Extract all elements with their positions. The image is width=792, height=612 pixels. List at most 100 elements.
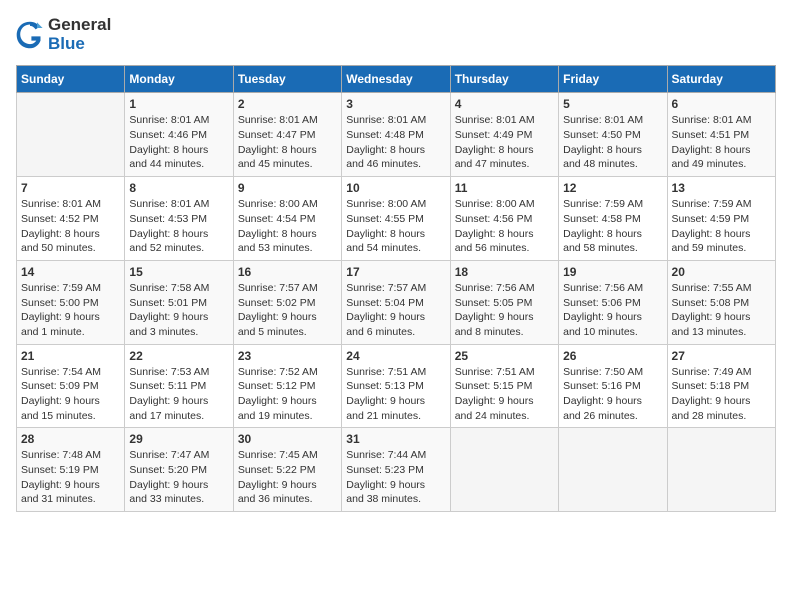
calendar-cell: 22 Sunrise: 7:53 AMSunset: 5:11 PMDayligh… — [125, 344, 233, 428]
day-number: 10 — [346, 181, 445, 195]
day-number: 29 — [129, 432, 228, 446]
calendar-cell: 7 Sunrise: 8:01 AMSunset: 4:52 PMDaylight… — [17, 177, 125, 261]
calendar-cell: 12 Sunrise: 7:59 AMSunset: 4:58 PMDayligh… — [559, 177, 667, 261]
day-info: Sunrise: 7:54 AMSunset: 5:09 PMDaylight:… — [21, 365, 120, 424]
day-info: Sunrise: 7:51 AMSunset: 5:13 PMDaylight:… — [346, 365, 445, 424]
day-number: 15 — [129, 265, 228, 279]
logo-icon — [16, 21, 44, 49]
day-number: 26 — [563, 349, 662, 363]
day-header-wednesday: Wednesday — [342, 66, 450, 93]
day-info: Sunrise: 7:59 AMSunset: 5:00 PMDaylight:… — [21, 281, 120, 340]
day-number: 13 — [672, 181, 771, 195]
calendar-cell: 5 Sunrise: 8:01 AMSunset: 4:50 PMDaylight… — [559, 93, 667, 177]
page-header: General Blue — [16, 16, 776, 53]
calendar-table: SundayMondayTuesdayWednesdayThursdayFrid… — [16, 65, 776, 512]
day-number: 24 — [346, 349, 445, 363]
logo-text: General Blue — [48, 16, 111, 53]
day-info: Sunrise: 8:01 AMSunset: 4:47 PMDaylight:… — [238, 113, 337, 172]
day-number: 6 — [672, 97, 771, 111]
calendar-cell: 20 Sunrise: 7:55 AMSunset: 5:08 PMDayligh… — [667, 260, 775, 344]
day-info: Sunrise: 7:49 AMSunset: 5:18 PMDaylight:… — [672, 365, 771, 424]
day-number: 5 — [563, 97, 662, 111]
day-info: Sunrise: 8:01 AMSunset: 4:48 PMDaylight:… — [346, 113, 445, 172]
calendar-cell: 21 Sunrise: 7:54 AMSunset: 5:09 PMDayligh… — [17, 344, 125, 428]
calendar-cell: 10 Sunrise: 8:00 AMSunset: 4:55 PMDayligh… — [342, 177, 450, 261]
day-info: Sunrise: 7:45 AMSunset: 5:22 PMDaylight:… — [238, 448, 337, 507]
day-info: Sunrise: 8:00 AMSunset: 4:55 PMDaylight:… — [346, 197, 445, 256]
day-header-monday: Monday — [125, 66, 233, 93]
calendar-cell: 6 Sunrise: 8:01 AMSunset: 4:51 PMDaylight… — [667, 93, 775, 177]
day-info: Sunrise: 7:47 AMSunset: 5:20 PMDaylight:… — [129, 448, 228, 507]
day-info: Sunrise: 7:48 AMSunset: 5:19 PMDaylight:… — [21, 448, 120, 507]
calendar-cell: 27 Sunrise: 7:49 AMSunset: 5:18 PMDayligh… — [667, 344, 775, 428]
day-number: 30 — [238, 432, 337, 446]
calendar-cell: 28 Sunrise: 7:48 AMSunset: 5:19 PMDayligh… — [17, 428, 125, 512]
calendar-cell: 15 Sunrise: 7:58 AMSunset: 5:01 PMDayligh… — [125, 260, 233, 344]
calendar-cell: 9 Sunrise: 8:00 AMSunset: 4:54 PMDaylight… — [233, 177, 341, 261]
day-header-saturday: Saturday — [667, 66, 775, 93]
day-number: 31 — [346, 432, 445, 446]
calendar-cell: 31 Sunrise: 7:44 AMSunset: 5:23 PMDayligh… — [342, 428, 450, 512]
day-number: 3 — [346, 97, 445, 111]
calendar-cell: 1 Sunrise: 8:01 AMSunset: 4:46 PMDaylight… — [125, 93, 233, 177]
calendar-cell — [667, 428, 775, 512]
day-header-thursday: Thursday — [450, 66, 558, 93]
day-info: Sunrise: 8:01 AMSunset: 4:52 PMDaylight:… — [21, 197, 120, 256]
calendar-cell: 11 Sunrise: 8:00 AMSunset: 4:56 PMDayligh… — [450, 177, 558, 261]
day-number: 9 — [238, 181, 337, 195]
calendar-cell: 30 Sunrise: 7:45 AMSunset: 5:22 PMDayligh… — [233, 428, 341, 512]
day-number: 4 — [455, 97, 554, 111]
day-header-friday: Friday — [559, 66, 667, 93]
day-number: 2 — [238, 97, 337, 111]
day-info: Sunrise: 7:44 AMSunset: 5:23 PMDaylight:… — [346, 448, 445, 507]
day-info: Sunrise: 7:59 AMSunset: 4:59 PMDaylight:… — [672, 197, 771, 256]
day-number: 11 — [455, 181, 554, 195]
day-number: 14 — [21, 265, 120, 279]
day-info: Sunrise: 7:56 AMSunset: 5:05 PMDaylight:… — [455, 281, 554, 340]
calendar-cell: 24 Sunrise: 7:51 AMSunset: 5:13 PMDayligh… — [342, 344, 450, 428]
day-info: Sunrise: 8:00 AMSunset: 4:56 PMDaylight:… — [455, 197, 554, 256]
calendar-cell: 4 Sunrise: 8:01 AMSunset: 4:49 PMDaylight… — [450, 93, 558, 177]
calendar-cell — [559, 428, 667, 512]
calendar-cell: 13 Sunrise: 7:59 AMSunset: 4:59 PMDayligh… — [667, 177, 775, 261]
calendar-cell: 18 Sunrise: 7:56 AMSunset: 5:05 PMDayligh… — [450, 260, 558, 344]
day-number: 20 — [672, 265, 771, 279]
day-info: Sunrise: 7:55 AMSunset: 5:08 PMDaylight:… — [672, 281, 771, 340]
day-number: 22 — [129, 349, 228, 363]
calendar-cell: 25 Sunrise: 7:51 AMSunset: 5:15 PMDayligh… — [450, 344, 558, 428]
calendar-cell: 3 Sunrise: 8:01 AMSunset: 4:48 PMDaylight… — [342, 93, 450, 177]
day-info: Sunrise: 8:01 AMSunset: 4:50 PMDaylight:… — [563, 113, 662, 172]
day-number: 7 — [21, 181, 120, 195]
day-number: 1 — [129, 97, 228, 111]
day-info: Sunrise: 8:00 AMSunset: 4:54 PMDaylight:… — [238, 197, 337, 256]
day-info: Sunrise: 7:58 AMSunset: 5:01 PMDaylight:… — [129, 281, 228, 340]
day-number: 25 — [455, 349, 554, 363]
day-info: Sunrise: 7:50 AMSunset: 5:16 PMDaylight:… — [563, 365, 662, 424]
day-number: 12 — [563, 181, 662, 195]
day-info: Sunrise: 7:51 AMSunset: 5:15 PMDaylight:… — [455, 365, 554, 424]
day-info: Sunrise: 8:01 AMSunset: 4:51 PMDaylight:… — [672, 113, 771, 172]
calendar-cell: 16Sunrise: 7:57 AMSunset: 5:02 PMDayligh… — [233, 260, 341, 344]
day-number: 8 — [129, 181, 228, 195]
logo: General Blue — [16, 16, 111, 53]
day-info: Sunrise: 8:01 AMSunset: 4:46 PMDaylight:… — [129, 113, 228, 172]
day-info: Sunrise: 7:59 AMSunset: 4:58 PMDaylight:… — [563, 197, 662, 256]
calendar-cell: 19Sunrise: 7:56 AMSunset: 5:06 PMDayligh… — [559, 260, 667, 344]
day-header-tuesday: Tuesday — [233, 66, 341, 93]
day-info: Sunrise: 7:53 AMSunset: 5:11 PMDaylight:… — [129, 365, 228, 424]
calendar-cell: 29 Sunrise: 7:47 AMSunset: 5:20 PMDayligh… — [125, 428, 233, 512]
day-number: 16 — [238, 265, 337, 279]
calendar-cell — [17, 93, 125, 177]
day-header-sunday: Sunday — [17, 66, 125, 93]
calendar-cell — [450, 428, 558, 512]
day-info: Sunrise: 8:01 AMSunset: 4:53 PMDaylight:… — [129, 197, 228, 256]
day-number: 21 — [21, 349, 120, 363]
day-number: 28 — [21, 432, 120, 446]
day-info: Sunrise: 7:52 AMSunset: 5:12 PMDaylight:… — [238, 365, 337, 424]
day-number: 18 — [455, 265, 554, 279]
calendar-cell: 2 Sunrise: 8:01 AMSunset: 4:47 PMDaylight… — [233, 93, 341, 177]
day-info: Sunrise: 8:01 AMSunset: 4:49 PMDaylight:… — [455, 113, 554, 172]
day-info: Sunrise: 7:57 AMSunset: 5:04 PMDaylight:… — [346, 281, 445, 340]
day-number: 27 — [672, 349, 771, 363]
day-number: 19 — [563, 265, 662, 279]
